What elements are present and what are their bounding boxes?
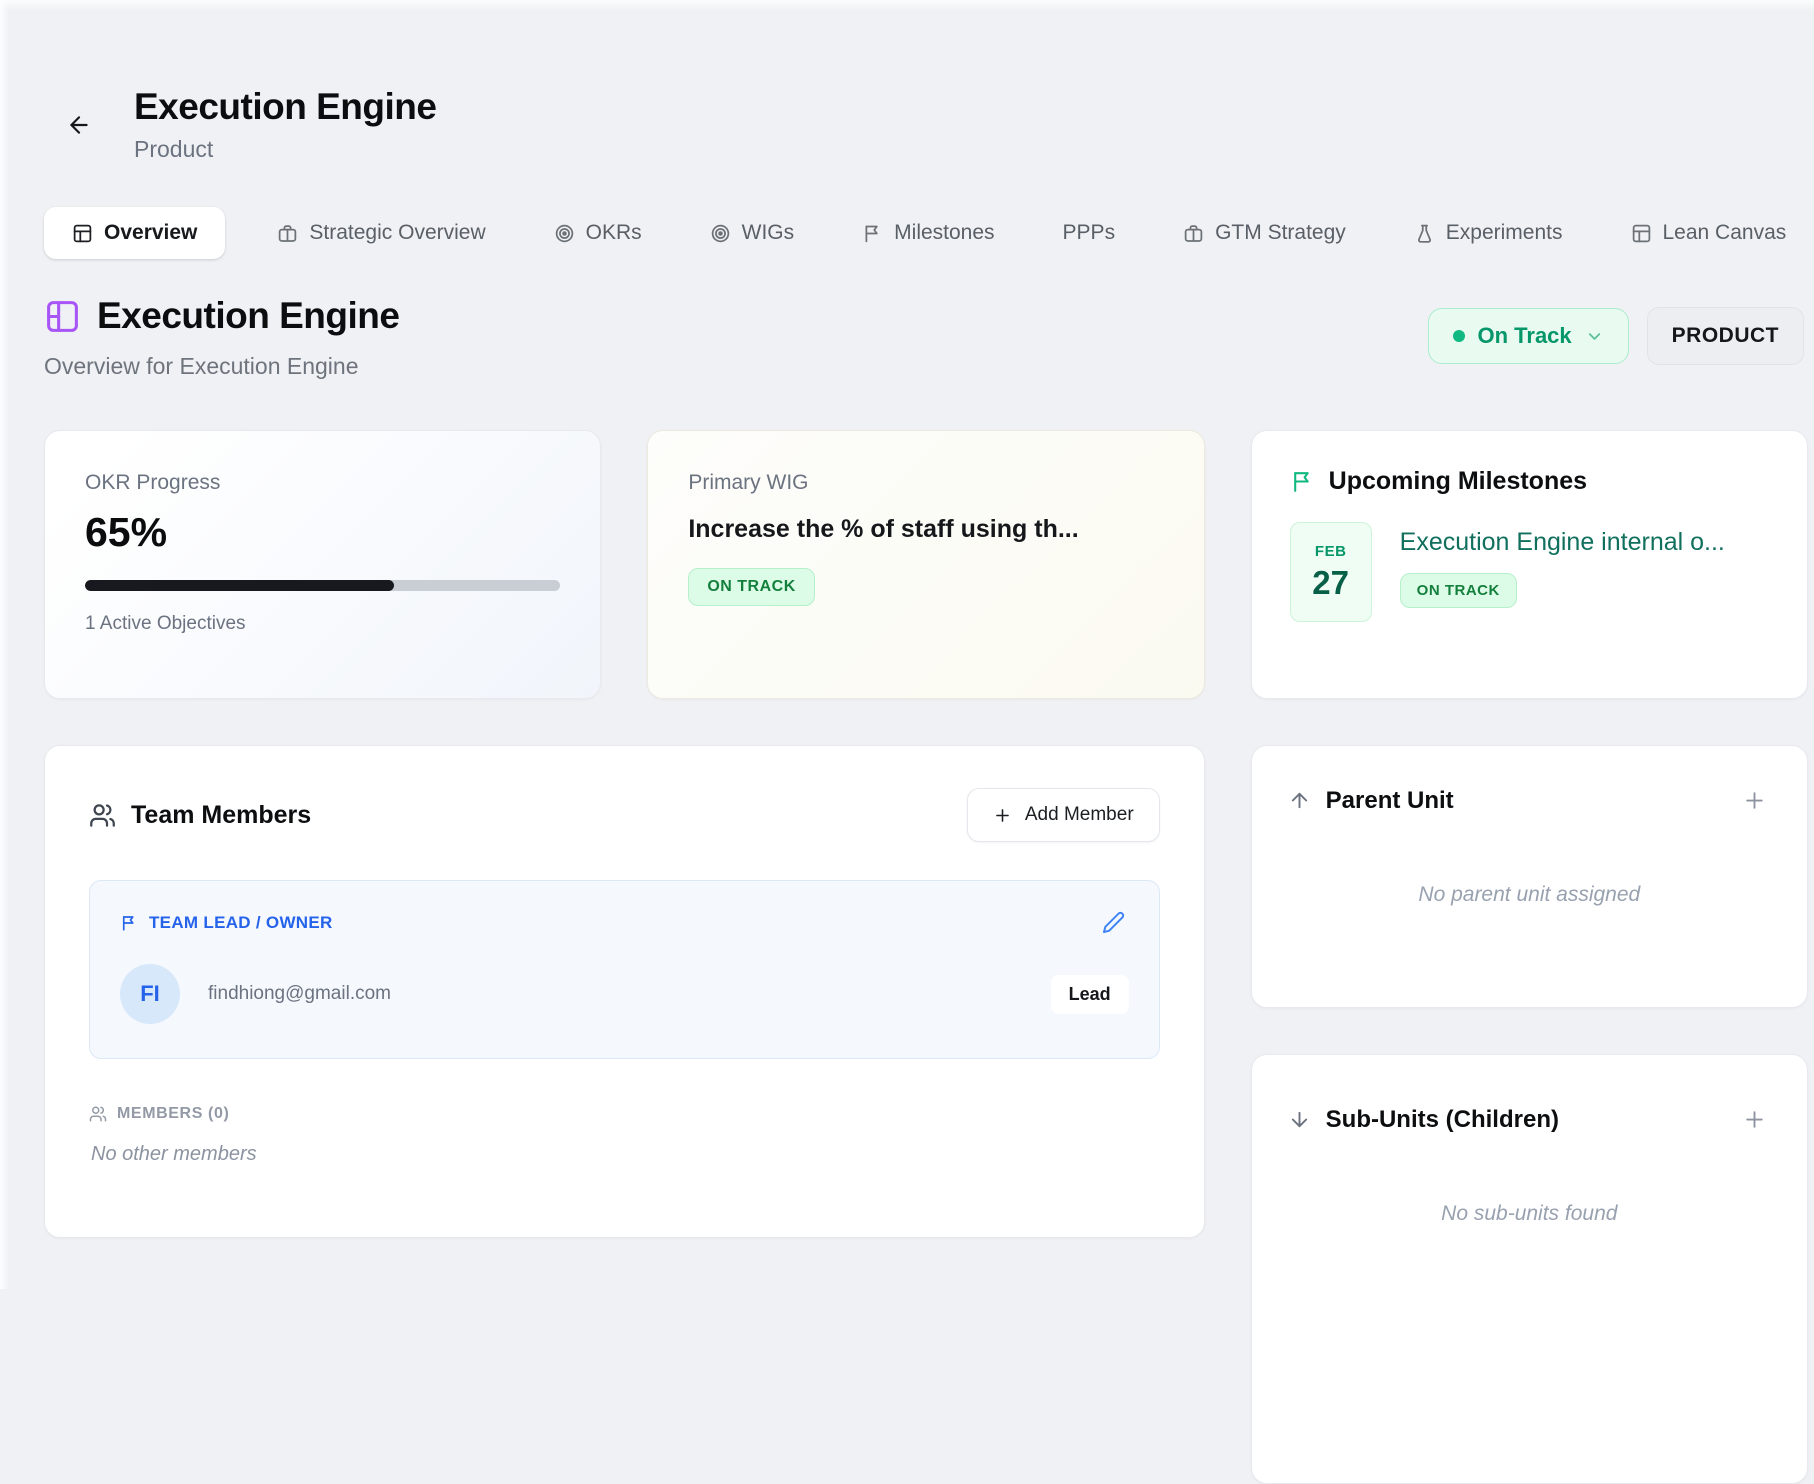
upcoming-milestones-card: Upcoming Milestones FEB 27 Execution Eng…: [1251, 430, 1808, 699]
milestone-date: FEB 27: [1290, 522, 1372, 622]
primary-wig-title: Increase the % of staff using th...: [688, 515, 1163, 544]
members-empty-text: No other members: [91, 1143, 1160, 1166]
milestone-title: Execution Engine internal o...: [1400, 528, 1725, 557]
okr-progress-percent: 65%: [85, 509, 560, 556]
status-badge: ON TRACK: [688, 568, 814, 606]
briefcase-icon: [1183, 223, 1204, 244]
page-head-left: Execution Engine Overview for Execution …: [44, 295, 399, 380]
milestone-info: Execution Engine internal o... ON TRACK: [1400, 522, 1725, 622]
arrow-down-icon: [1288, 1108, 1311, 1131]
tab-gtm-strategy[interactable]: GTM Strategy: [1167, 209, 1362, 257]
cards-grid: OKR Progress 65% 1 Active Objectives Pri…: [44, 430, 1808, 1484]
status-dot: [1453, 330, 1465, 342]
okr-progress-label: OKR Progress: [85, 471, 560, 495]
parent-unit-empty-text: No parent unit assigned: [1288, 883, 1771, 907]
flag-icon: [1290, 469, 1315, 494]
status-dropdown[interactable]: On Track: [1428, 308, 1629, 364]
status-label: On Track: [1478, 323, 1572, 349]
role-badge: Lead: [1051, 975, 1129, 1014]
users-icon: [89, 802, 116, 829]
unit-name-title: Execution Engine: [134, 86, 436, 128]
team-lead-label: TEAM LEAD / OWNER: [149, 913, 333, 933]
tab-label: OKRs: [586, 221, 642, 245]
plus-icon: [993, 806, 1012, 825]
tab-label: Strategic Overview: [309, 221, 485, 245]
pencil-icon: [1102, 911, 1125, 934]
layout-panel-icon: [44, 298, 81, 335]
tab-overview[interactable]: Overview: [44, 207, 225, 259]
briefcase-icon: [277, 223, 298, 244]
page-title: Execution Engine: [97, 295, 399, 337]
okr-progress-card: OKR Progress 65% 1 Active Objectives: [44, 430, 601, 699]
plus-icon: [1742, 788, 1767, 813]
lead-email: findhiong@gmail.com: [208, 983, 1051, 1005]
add-parent-button[interactable]: [1738, 784, 1771, 817]
tab-label: GTM Strategy: [1215, 221, 1346, 245]
plus-icon: [1742, 1107, 1767, 1132]
status-badge: ON TRACK: [1400, 573, 1517, 608]
tab-label: WIGs: [742, 221, 795, 245]
tab-label: Overview: [104, 221, 197, 245]
tab-lean-canvas[interactable]: Lean Canvas: [1615, 209, 1803, 257]
target-icon: [554, 223, 575, 244]
page-header: Execution Engine Product: [60, 86, 1808, 163]
tab-milestones[interactable]: Milestones: [846, 209, 1010, 257]
tab-strategic-overview[interactable]: Strategic Overview: [261, 209, 501, 257]
flask-icon: [1414, 223, 1435, 244]
edit-lead-button[interactable]: [1098, 907, 1129, 938]
add-member-label: Add Member: [1025, 804, 1134, 826]
sub-units-card: Sub-Units (Children) No sub-units found: [1251, 1054, 1808, 1484]
arrow-left-icon: [66, 112, 92, 138]
users-icon: [89, 1105, 107, 1123]
unit-type-subtitle: Product: [134, 136, 436, 163]
add-member-button[interactable]: Add Member: [967, 788, 1160, 842]
parent-unit-card: Parent Unit No parent unit assigned: [1251, 745, 1808, 1008]
arrow-up-icon: [1288, 789, 1311, 812]
okr-active-objectives: 1 Active Objectives: [85, 613, 560, 635]
sub-units-empty-text: No sub-units found: [1288, 1202, 1771, 1226]
chevron-down-icon: [1585, 327, 1604, 346]
progress-bar: [85, 580, 560, 591]
unit-overview-page: Execution Engine Product Overview Strate…: [0, 0, 1814, 1484]
avatar: FI: [120, 964, 180, 1024]
flag-icon: [862, 223, 883, 244]
page-head: Execution Engine Overview for Execution …: [44, 295, 1808, 380]
tab-experiments[interactable]: Experiments: [1398, 209, 1579, 257]
progress-bar-fill: [85, 580, 394, 591]
sub-units-title: Sub-Units (Children): [1326, 1106, 1738, 1134]
tab-label: Experiments: [1446, 221, 1563, 245]
back-button[interactable]: [60, 106, 98, 144]
page-subtitle: Overview for Execution Engine: [44, 353, 399, 380]
tab-bar: Overview Strategic Overview OKRs WIGs Mi…: [44, 207, 1808, 259]
add-sub-unit-button[interactable]: [1738, 1103, 1771, 1136]
tab-label: PPPs: [1063, 221, 1116, 245]
milestone-item[interactable]: FEB 27 Execution Engine internal o... ON…: [1290, 522, 1769, 622]
parent-unit-title: Parent Unit: [1326, 787, 1738, 815]
team-lead-row: FI findhiong@gmail.com Lead: [120, 964, 1129, 1024]
flag-icon: [120, 914, 138, 932]
page-head-right: On Track PRODUCT: [1428, 307, 1805, 365]
team-lead-section: TEAM LEAD / OWNER FI findhiong@gmail.com…: [89, 880, 1160, 1059]
members-count-label: MEMBERS (0): [117, 1105, 229, 1123]
primary-wig-card: Primary WIG Increase the % of staff usin…: [647, 430, 1204, 699]
tab-label: Lean Canvas: [1663, 221, 1787, 245]
layout-panel-icon: [1631, 223, 1652, 244]
tab-wigs[interactable]: WIGs: [694, 209, 811, 257]
tab-okrs[interactable]: OKRs: [538, 209, 658, 257]
team-members-card: Team Members Add Member TEAM LEAD / OWNE: [44, 745, 1205, 1238]
unit-type-badge: PRODUCT: [1647, 307, 1804, 365]
header-titles: Execution Engine Product: [134, 86, 436, 163]
tab-ppps[interactable]: PPPs: [1047, 209, 1132, 257]
team-members-title: Team Members: [131, 801, 311, 830]
target-icon: [710, 223, 731, 244]
tab-label: Milestones: [894, 221, 994, 245]
upcoming-milestones-title: Upcoming Milestones: [1329, 467, 1587, 496]
milestone-day: 27: [1312, 564, 1349, 602]
primary-wig-label: Primary WIG: [688, 471, 1163, 495]
layout-panel-icon: [72, 223, 93, 244]
milestone-month: FEB: [1315, 543, 1347, 560]
